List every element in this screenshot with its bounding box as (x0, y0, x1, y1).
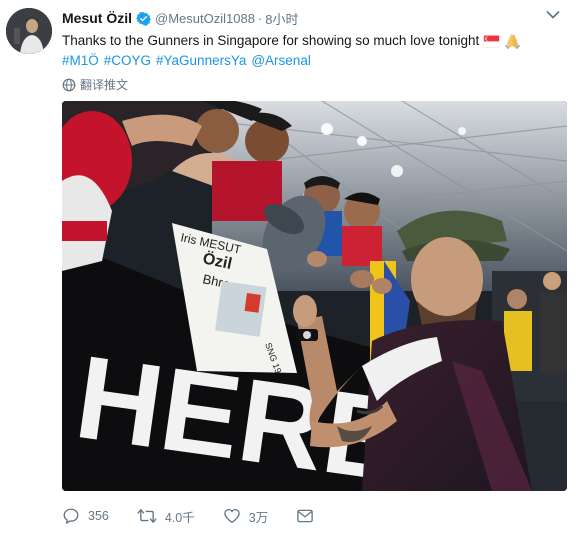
hashtag-coyg[interactable]: #COYG (104, 51, 151, 71)
heart-icon (223, 508, 240, 524)
folded-hands-icon (505, 33, 521, 49)
hashtag-m1o[interactable]: #M1Ö (62, 51, 99, 71)
globe-icon (62, 78, 76, 91)
singapore-flag-icon (483, 35, 500, 48)
display-name[interactable]: Mesut Özil (62, 10, 132, 26)
tweet-card: Mesut Özil @MesutOzil1088 · 8小时 Thanks t… (0, 0, 576, 533)
avatar[interactable] (6, 8, 52, 54)
reply-button[interactable]: 356 (62, 507, 109, 525)
reply-icon (63, 508, 79, 524)
user-handle[interactable]: @MesutOzil1088 (155, 11, 255, 26)
chevron-down-icon[interactable] (546, 10, 560, 20)
hashtag-yagunnersya[interactable]: #YaGunnersYa (156, 51, 246, 71)
mention-arsenal[interactable]: @Arsenal (251, 51, 310, 71)
verified-badge-icon (136, 11, 151, 26)
like-count: 3万 (248, 510, 269, 525)
tweet-text-line: Thanks to the Gunners in Singapore for s… (62, 31, 562, 51)
retweet-button[interactable]: 4.0千 (137, 507, 195, 526)
avatar-image (6, 8, 52, 54)
hashtag-line: #M1Ö #COYG #YaGunnersYa @Arsenal (62, 51, 562, 71)
stadium-photo: HERE Iris MESUT Özil Bhre SNG 19 (62, 101, 567, 491)
tweet-photo[interactable]: HERE Iris MESUT Özil Bhre SNG 19 (62, 101, 567, 491)
translate-tweet-link[interactable]: 翻译推文 (62, 76, 128, 93)
reply-count: 356 (88, 509, 109, 523)
tweet-header: Mesut Özil @MesutOzil1088 · 8小时 (62, 8, 299, 28)
like-button[interactable]: 3万 (223, 507, 268, 526)
tweet-text-content: Thanks to the Gunners in Singapore for s… (62, 33, 480, 48)
envelope-icon (297, 509, 314, 523)
tweet-text: Thanks to the Gunners in Singapore for s… (62, 31, 562, 71)
direct-message-button[interactable] (296, 507, 322, 525)
retweet-icon (137, 509, 157, 523)
tweet-actions: 356 4.0千 3万 (62, 505, 350, 527)
timestamp[interactable]: 8小时 (265, 9, 298, 28)
translate-label: 翻译推文 (80, 78, 129, 92)
retweet-count: 4.0千 (164, 510, 195, 525)
separator-dot: · (257, 10, 263, 26)
